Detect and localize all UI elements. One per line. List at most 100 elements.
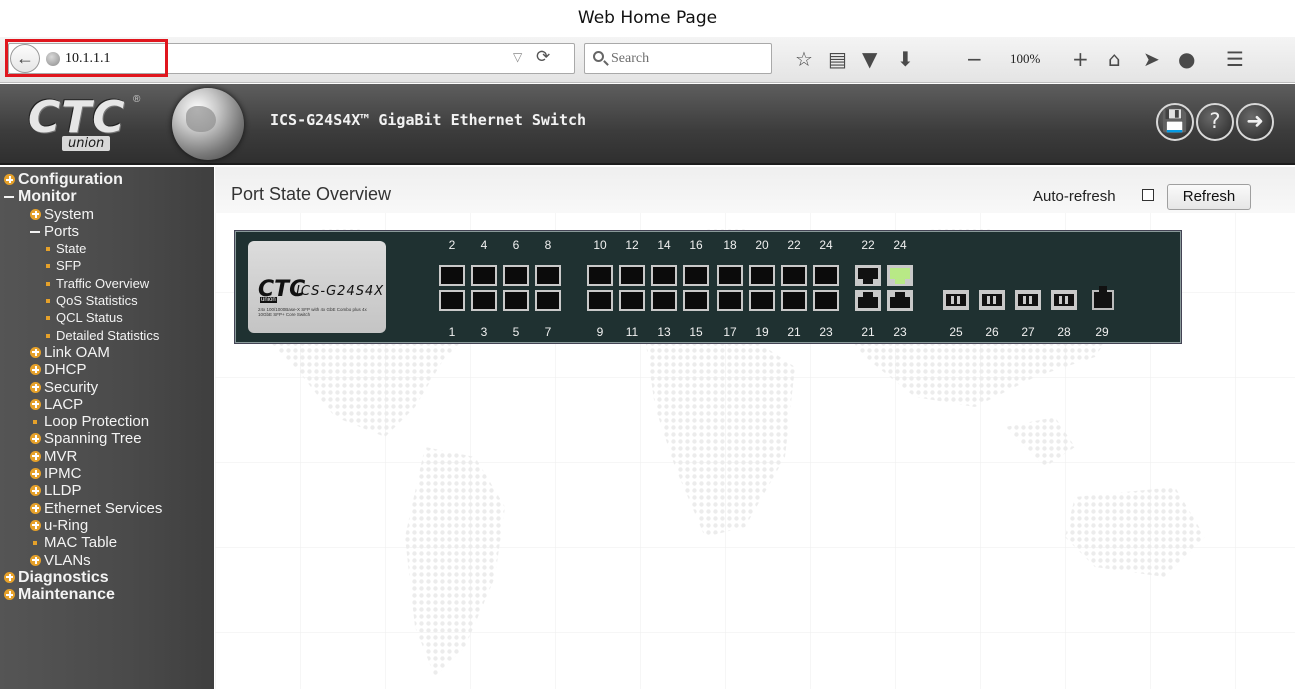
sfp-plus-port-26[interactable] [979,290,1005,310]
refresh-button[interactable]: Refresh [1167,184,1251,210]
model-badge: CTC union ICS-G24S4X 24x 100/1000Base-X … [248,241,386,333]
mgmt-port-29[interactable] [1092,286,1114,310]
sfp-port-20[interactable] [749,265,775,286]
port-number-label: 11 [625,325,639,339]
sidebar-item-state[interactable]: State [0,240,214,257]
sidebar-item-u-ring[interactable]: u-Ring [0,517,214,534]
sidebar-item-ethernet-services[interactable]: Ethernet Services [0,500,214,517]
sfp-port-3[interactable] [471,290,497,311]
sfp-port-21[interactable] [781,290,807,311]
sfp-port-11[interactable] [619,290,645,311]
expand-icon [4,589,15,601]
port-number-label: 28 [1057,325,1071,339]
expand-icon [30,519,41,531]
port-number-label: 23 [893,325,907,339]
sfp-port-9[interactable] [587,290,613,311]
sfp-port-5[interactable] [503,290,529,311]
sidebar-item-qcl-status[interactable]: QCL Status [0,309,214,326]
sfp-plus-port-27[interactable] [1015,290,1041,310]
sidebar-item-link-oam[interactable]: Link OAM [0,344,214,361]
sidebar-item-diagnostics[interactable]: Diagnostics [0,569,214,586]
page-titlebar: Port State Overview Auto-refresh Refresh [215,167,1295,213]
sidebar-item-sfp[interactable]: SFP [0,257,214,274]
port-number-label: 16 [689,238,703,252]
zoom-out-icon[interactable]: − [966,45,983,73]
sidebar-item-ipmc[interactable]: IPMC [0,465,214,482]
download-icon[interactable]: ⬇ [897,45,914,73]
sfp-port-10[interactable] [587,265,613,286]
dropdown-icon[interactable]: ▽ [513,50,522,64]
sfp-port-15[interactable] [683,290,709,311]
sfp-port-19[interactable] [749,290,775,311]
browser-toolbar: ← 10.1.1.1 ▽ ⟳ Search ☆ ▤ ▼ ⬇ − 100% + ⌂… [0,37,1295,83]
chat-icon[interactable]: ● [1178,45,1195,73]
zoom-level[interactable]: 100% [1010,51,1040,67]
expand-icon [30,346,41,358]
rj45-port-23[interactable] [887,290,913,311]
sidebar-item-mac-table[interactable]: MAC Table [0,534,214,551]
bullet-icon [46,281,50,286]
help-icon[interactable]: ? [1196,103,1234,141]
port-number-label: 20 [755,238,769,252]
sfp-port-2[interactable] [439,265,465,286]
sfp-plus-port-25[interactable] [943,290,969,310]
port-number-label: 25 [949,325,963,339]
bookmark-star-icon[interactable]: ☆ [795,45,813,73]
logout-icon[interactable]: ➜ [1236,103,1274,141]
sidebar-item-vlans[interactable]: VLANs [0,552,214,569]
sidebar-item-maintenance[interactable]: Maintenance [0,586,214,603]
sfp-port-24[interactable] [813,265,839,286]
sfp-port-13[interactable] [651,290,677,311]
page-title: Port State Overview [231,184,392,204]
sfp-port-14[interactable] [651,265,677,286]
menu-hamburger-icon[interactable]: ☰ [1226,45,1244,73]
sidebar-item-lldp[interactable]: LLDP [0,482,214,499]
sfp-port-18[interactable] [717,265,743,286]
model-description: 24x 100/1000Base-X SFP with 4x GbE Combo… [258,307,367,317]
sidebar-item-security[interactable]: Security [0,379,214,396]
sfp-port-4[interactable] [471,265,497,286]
port-number-label: 8 [544,238,552,252]
sidebar-item-dhcp[interactable]: DHCP [0,361,214,378]
sidebar-item-spanning-tree[interactable]: Spanning Tree [0,430,214,447]
sidebar-nav: Configuration Monitor System Ports State SFP T… [0,167,214,689]
sfp-port-12[interactable] [619,265,645,286]
sidebar-item-detailed-statistics[interactable]: Detailed Statistics [0,327,214,344]
send-icon[interactable]: ➤ [1143,45,1160,73]
rj45-port-21[interactable] [855,290,881,311]
sfp-plus-port-28[interactable] [1051,290,1077,310]
rj45-port-24[interactable] [887,265,913,286]
pocket-icon[interactable]: ▼ [862,45,877,73]
reading-list-icon[interactable]: ▤ [828,45,847,73]
sfp-port-8[interactable] [535,265,561,286]
sidebar-item-label: Spanning Tree [44,430,142,448]
sfp-port-1[interactable] [439,290,465,311]
expand-icon [30,450,41,462]
sfp-port-7[interactable] [535,290,561,311]
sidebar-item-monitor[interactable]: Monitor [0,188,214,205]
sidebar-item-configuration[interactable]: Configuration [0,171,214,188]
sidebar-item-lacp[interactable]: LACP [0,396,214,413]
sidebar-item-qos-statistics[interactable]: QoS Statistics [0,292,214,309]
sidebar-item-label: LACP [44,395,84,413]
auto-refresh-checkbox[interactable] [1142,189,1154,201]
sfp-port-16[interactable] [683,265,709,286]
sfp-port-23[interactable] [813,290,839,311]
sidebar-item-system[interactable]: System [0,206,214,223]
sfp-port-6[interactable] [503,265,529,286]
sidebar-item-mvr[interactable]: MVR [0,448,214,465]
sfp-port-17[interactable] [717,290,743,311]
sidebar-item-traffic-overview[interactable]: Traffic Overview [0,275,214,292]
bullet-icon [33,541,37,546]
search-placeholder: Search [611,51,650,66]
device-title: ICS-G24S4X™ GigaBit Ethernet Switch [270,111,587,129]
home-icon[interactable]: ⌂ [1108,45,1121,73]
sidebar-item-ports[interactable]: Ports [0,223,214,240]
save-icon[interactable]: 💾 [1156,103,1194,141]
search-input[interactable]: Search [584,43,772,74]
sfp-port-22[interactable] [781,265,807,286]
rj45-port-22[interactable] [855,265,881,286]
reload-icon[interactable]: ⟳ [536,47,550,67]
sidebar-item-loop-protection[interactable]: Loop Protection [0,413,214,430]
zoom-in-icon[interactable]: + [1072,45,1089,73]
